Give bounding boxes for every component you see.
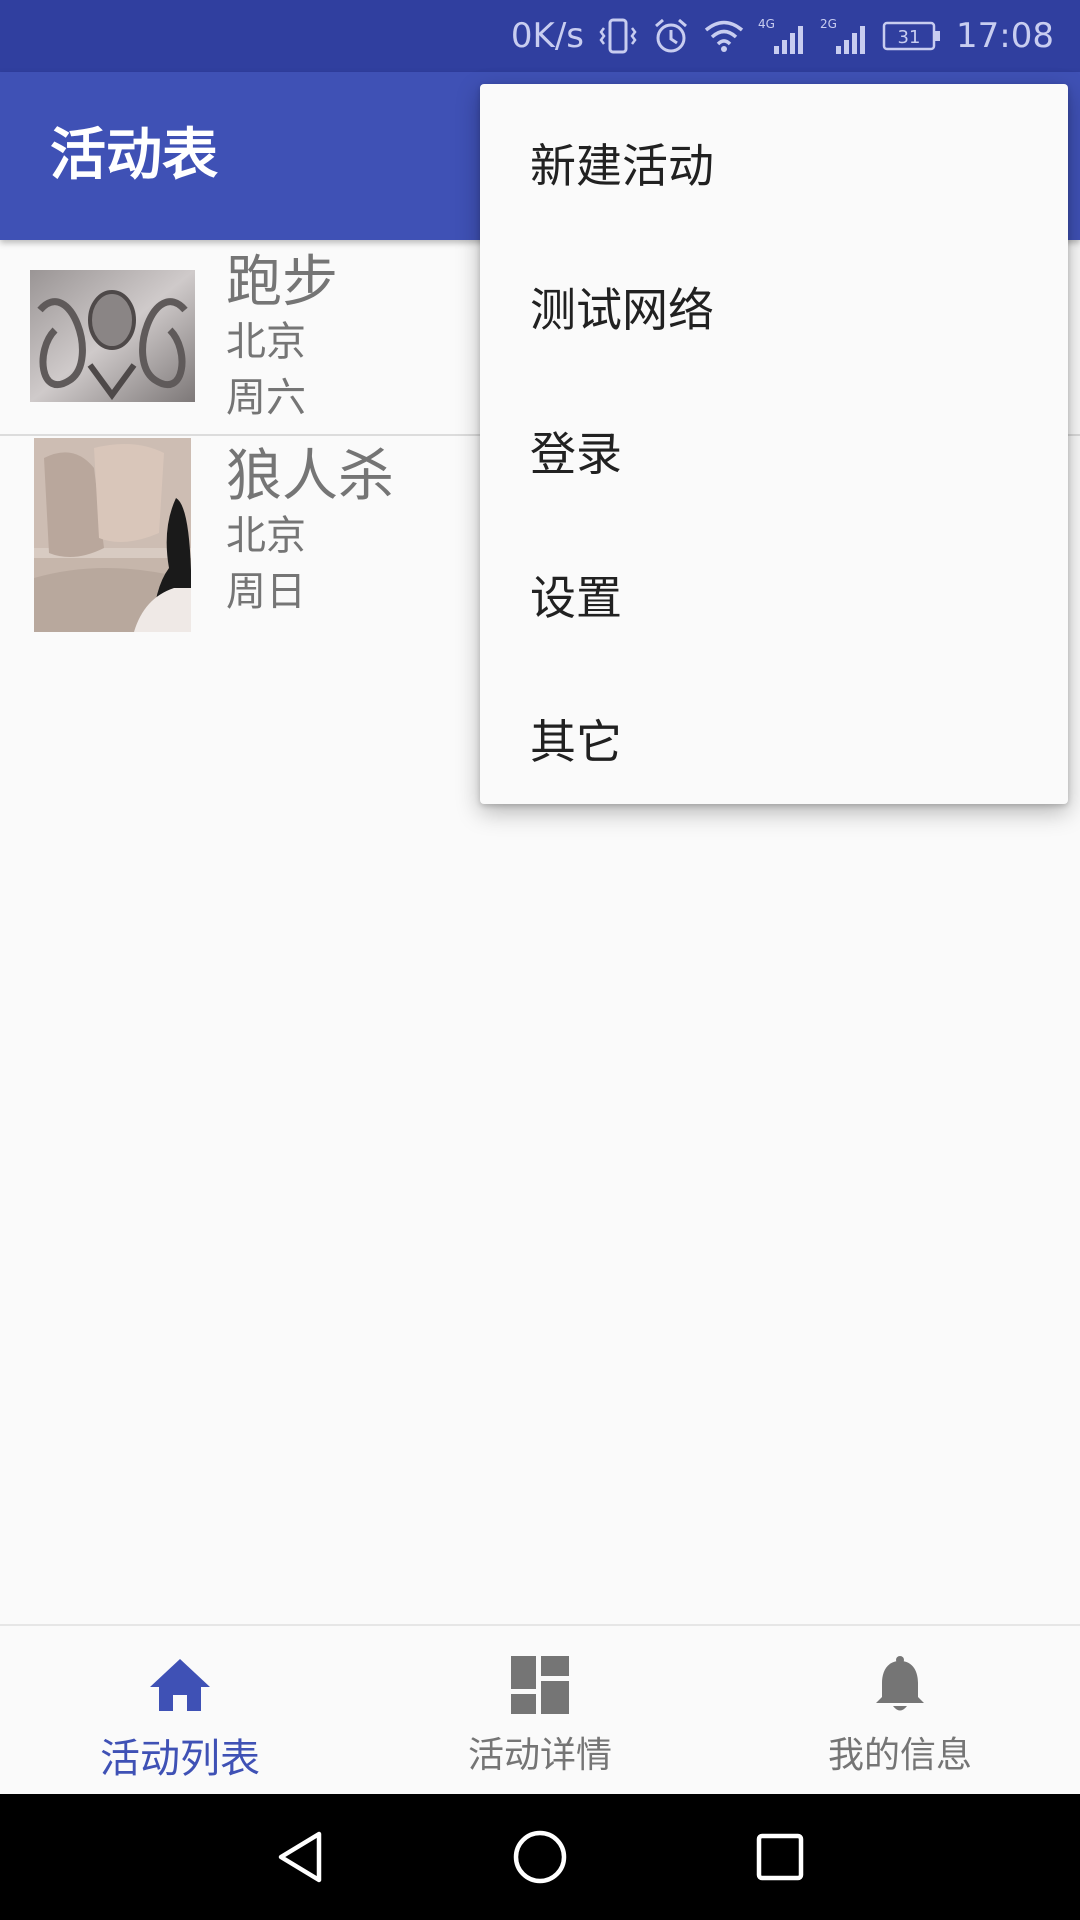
page-title: 活动表 bbox=[50, 123, 218, 188]
activity-thumbnail bbox=[34, 438, 191, 632]
menu-item-new-activity[interactable]: 新建活动 bbox=[480, 94, 1068, 238]
clock: 17:08 bbox=[956, 16, 1054, 56]
menu-item-settings[interactable]: 设置 bbox=[480, 526, 1068, 670]
tab-label: 活动详情 bbox=[467, 1735, 612, 1776]
status-bar: 0K/s 4G 2G 31 17:08 bbox=[0, 0, 1080, 72]
activity-title: 狼人杀 bbox=[226, 444, 394, 509]
status-icons: 0K/s 4G 2G 31 17:08 bbox=[511, 0, 1054, 72]
network-type-2g: 2G bbox=[820, 17, 837, 31]
dashboard-icon bbox=[511, 1652, 569, 1718]
activity-title: 跑步 bbox=[226, 250, 338, 315]
tab-my-info[interactable]: 我的信息 bbox=[720, 1626, 1080, 1794]
menu-item-other[interactable]: 其它 bbox=[480, 670, 1068, 814]
signal-4g-icon: 4G bbox=[758, 16, 806, 56]
activity-text: 跑步 北京 周六 bbox=[226, 252, 338, 426]
network-speed: 0K/s bbox=[510, 16, 585, 56]
vibrate-icon bbox=[598, 16, 638, 56]
wifi-icon bbox=[704, 19, 744, 53]
home-icon bbox=[148, 1652, 212, 1718]
home-button[interactable] bbox=[480, 1794, 600, 1920]
activity-city: 北京 bbox=[226, 319, 306, 365]
square-recents-icon bbox=[756, 1833, 804, 1881]
system-navigation-bar bbox=[0, 1794, 1080, 1920]
activity-day: 周日 bbox=[226, 569, 306, 615]
tab-activity-details[interactable]: 活动详情 bbox=[360, 1626, 720, 1794]
circle-home-icon bbox=[513, 1830, 567, 1884]
bottom-navigation: 活动列表 活动详情 我的信息 bbox=[0, 1624, 1080, 1794]
bell-icon bbox=[874, 1652, 926, 1718]
alarm-icon bbox=[652, 17, 690, 55]
activity-thumbnail bbox=[30, 270, 195, 402]
tab-activity-list[interactable]: 活动列表 bbox=[0, 1626, 360, 1794]
network-type-4g: 4G bbox=[758, 17, 775, 31]
overflow-menu: 新建活动 测试网络 登录 设置 其它 bbox=[480, 84, 1068, 804]
activity-city: 北京 bbox=[226, 513, 306, 559]
menu-item-login[interactable]: 登录 bbox=[480, 382, 1068, 526]
signal-2g-icon: 2G bbox=[820, 16, 868, 56]
battery-icon: 31 bbox=[882, 20, 942, 52]
back-icon bbox=[278, 1831, 322, 1883]
activity-text: 狼人杀 北京 周日 bbox=[226, 446, 394, 620]
activity-day: 周六 bbox=[226, 375, 306, 421]
back-button[interactable] bbox=[240, 1794, 360, 1920]
menu-item-test-network[interactable]: 测试网络 bbox=[480, 238, 1068, 382]
tab-label: 活动列表 bbox=[100, 1736, 260, 1782]
battery-level: 31 bbox=[898, 27, 921, 48]
recents-button[interactable] bbox=[720, 1794, 840, 1920]
tab-label: 我的信息 bbox=[827, 1735, 972, 1776]
